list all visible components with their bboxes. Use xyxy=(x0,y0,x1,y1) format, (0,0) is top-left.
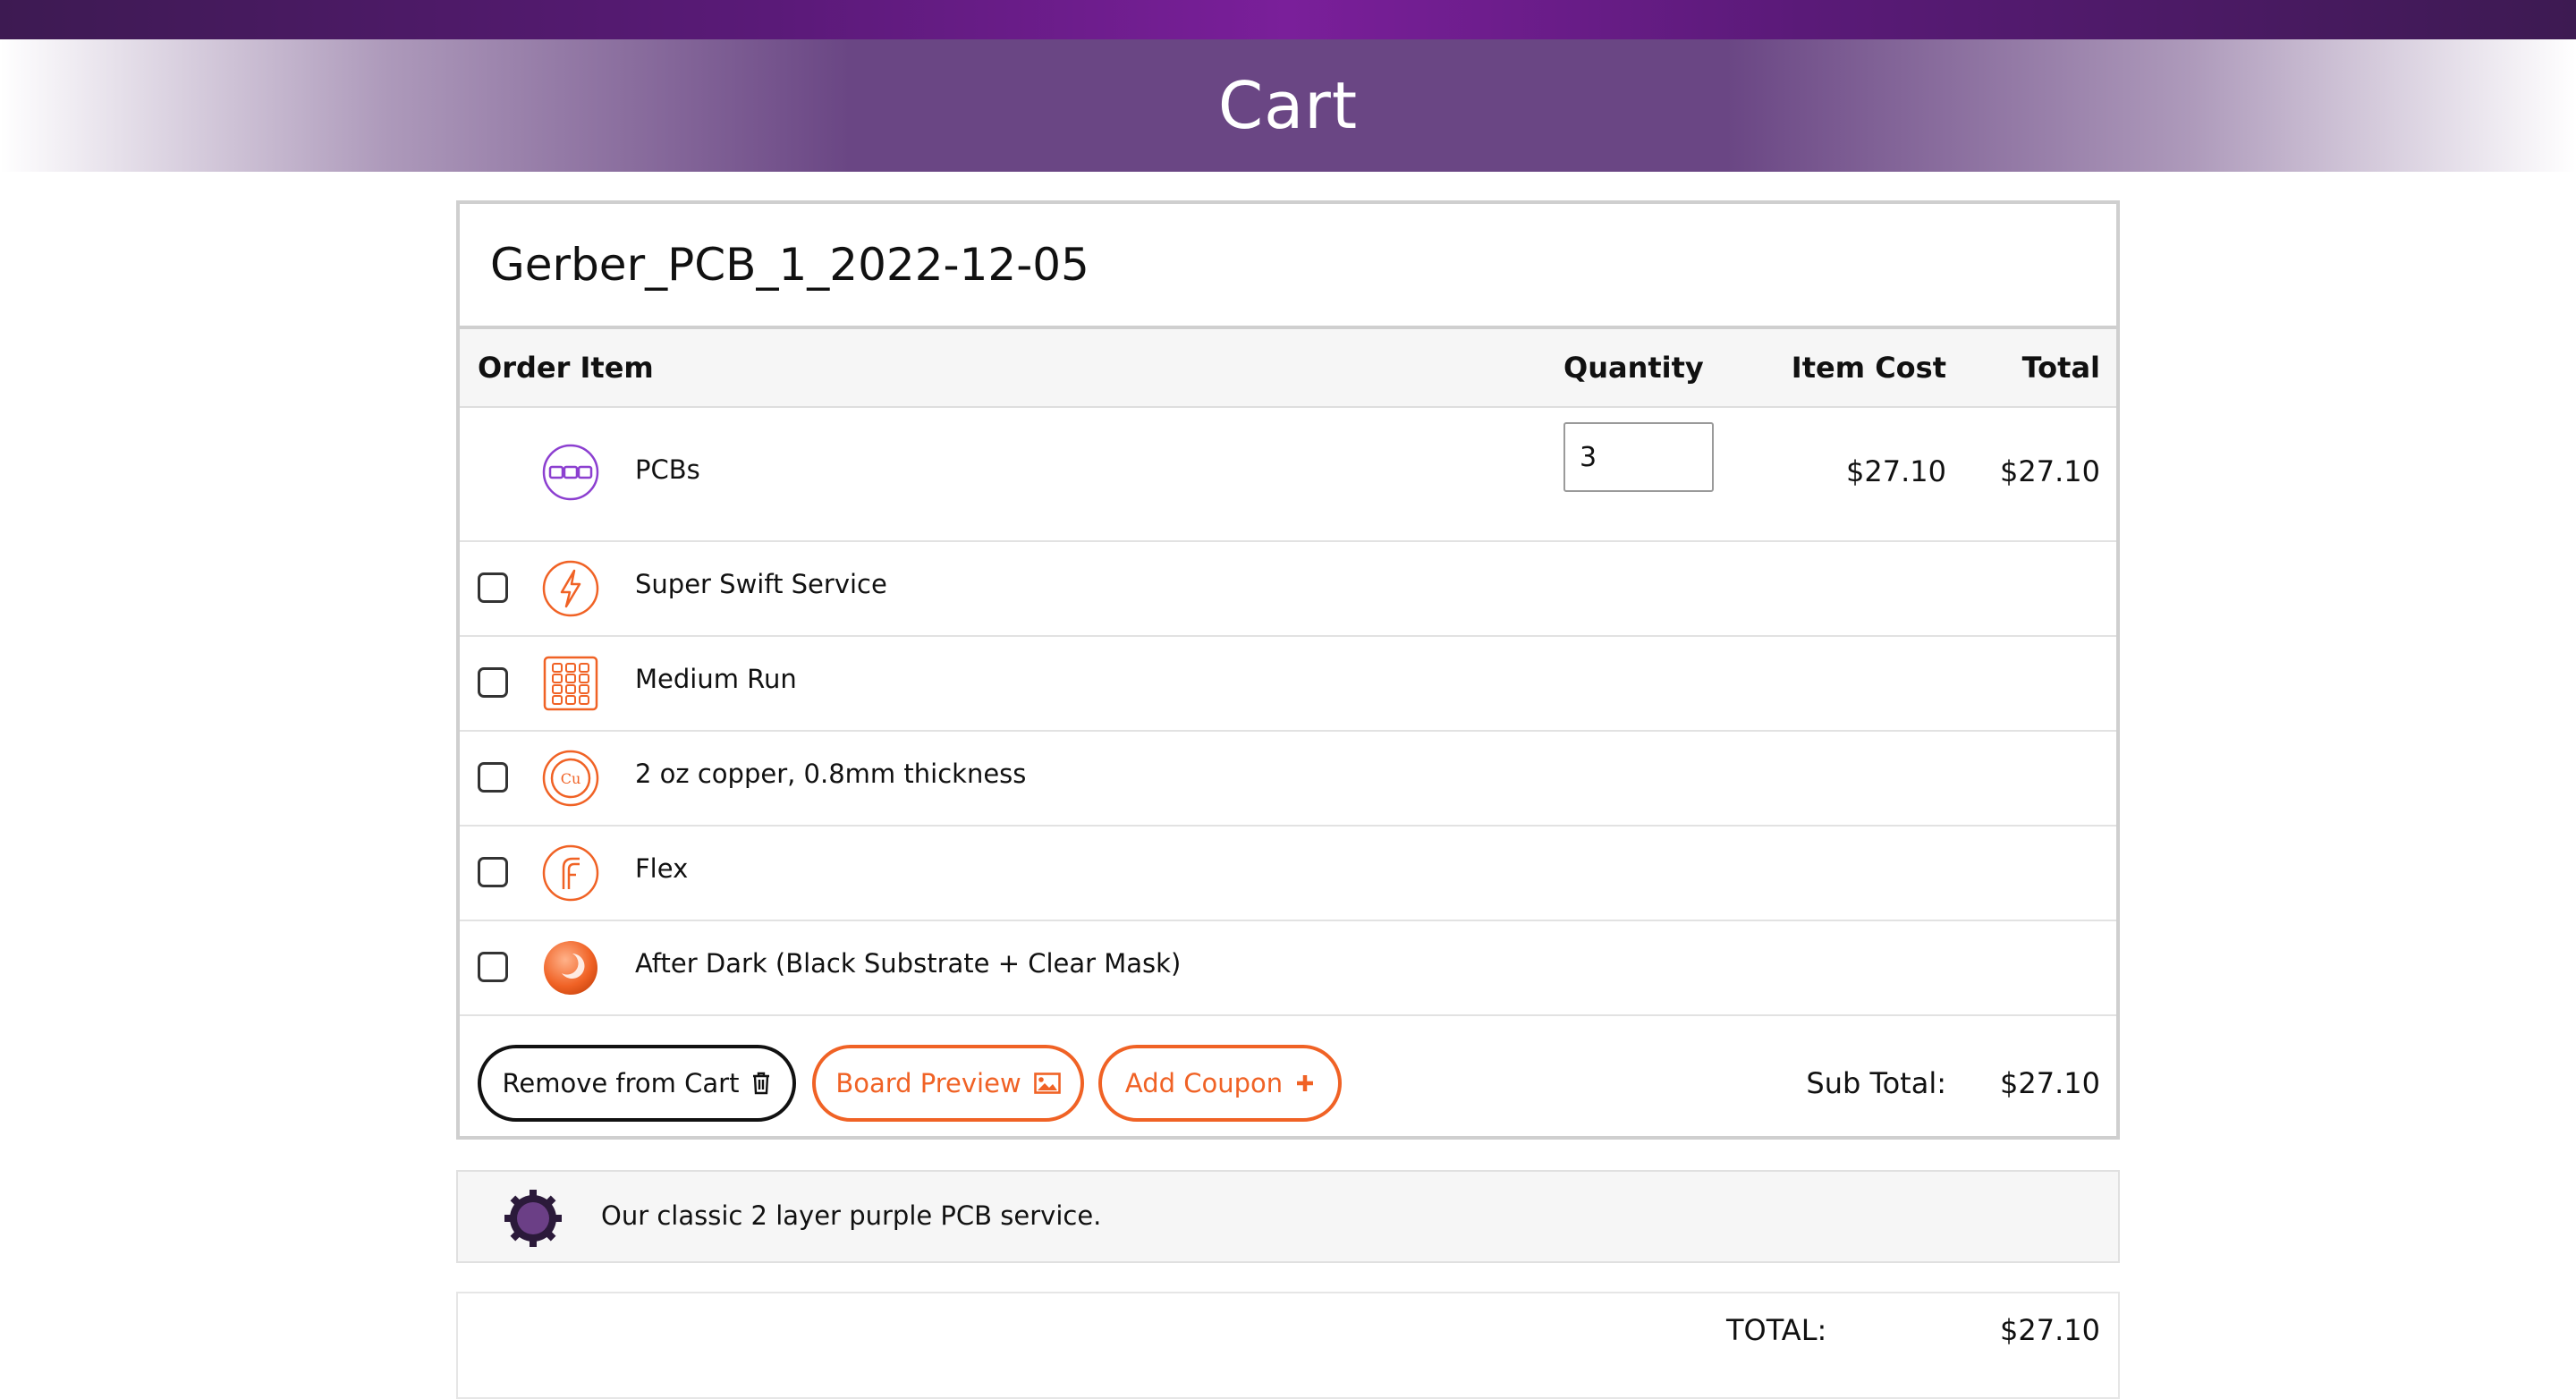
option-checkbox-after-dark[interactable] xyxy=(478,952,508,982)
add-coupon-button[interactable]: Add Coupon xyxy=(1098,1045,1342,1122)
option-label: Medium Run xyxy=(635,664,797,694)
column-header-quantity: Quantity xyxy=(1563,351,1704,385)
grid-panel-icon xyxy=(543,656,598,711)
lightning-icon xyxy=(542,560,599,617)
option-label: Super Swift Service xyxy=(635,569,887,599)
board-preview-button[interactable]: Board Preview xyxy=(812,1045,1084,1122)
top-bar xyxy=(0,0,2576,39)
option-checkbox-flex[interactable] xyxy=(478,857,508,887)
trash-icon xyxy=(753,1072,770,1095)
option-row-after-dark: After Dark (Black Substrate + Clear Mask… xyxy=(460,921,2116,1016)
order-name: Gerber_PCB_1_2022-12-05 xyxy=(460,204,2116,329)
page-title: Cart xyxy=(1217,68,1359,143)
image-icon xyxy=(1033,1073,1061,1094)
plus-icon xyxy=(1297,1075,1314,1091)
option-label: Flex xyxy=(635,853,689,884)
table-header: Order Item Quantity Item Cost Total xyxy=(460,329,2116,408)
flex-icon xyxy=(542,844,599,902)
remove-from-cart-button[interactable]: Remove from Cart xyxy=(478,1045,796,1122)
total-label: TOTAL: xyxy=(1726,1313,1827,1347)
column-header-total: Total xyxy=(2021,351,2100,385)
quantity-input[interactable] xyxy=(1563,422,1714,492)
subtotal-value: $27.10 xyxy=(2000,1066,2100,1100)
option-checkbox-super-swift[interactable] xyxy=(478,572,508,603)
after-dark-icon xyxy=(544,941,597,995)
option-label: After Dark (Black Substrate + Clear Mask… xyxy=(635,948,1182,979)
column-header-item: Order Item xyxy=(478,351,654,385)
column-header-item-cost: Item Cost xyxy=(1791,351,1946,385)
option-row-flex: Flex xyxy=(460,827,2116,921)
svg-text:Cu: Cu xyxy=(561,770,581,787)
item-label: PCBs xyxy=(635,454,700,485)
option-label: 2 oz copper, 0.8mm thickness xyxy=(635,759,1027,789)
add-coupon-label: Add Coupon xyxy=(1124,1068,1284,1098)
gear-icon xyxy=(504,1190,562,1247)
copper-icon: Cu xyxy=(542,750,599,807)
remove-from-cart-label: Remove from Cart xyxy=(502,1068,740,1098)
page-header: Cart xyxy=(0,39,2576,172)
option-row-copper: Cu 2 oz copper, 0.8mm thickness xyxy=(460,732,2116,827)
table-row-pcbs: PCBs $27.10 $27.10 xyxy=(460,408,2116,542)
item-total: $27.10 xyxy=(2000,454,2100,488)
item-cost: $27.10 xyxy=(1846,454,1946,488)
option-checkbox-copper[interactable] xyxy=(478,762,508,793)
cart-actions: Remove from Cart Board Preview Add Coupo… xyxy=(460,1016,2116,1156)
service-description: Our classic 2 layer purple PCB service. xyxy=(601,1200,1102,1231)
option-row-super-swift: Super Swift Service xyxy=(460,542,2116,637)
board-preview-label: Board Preview xyxy=(835,1068,1021,1098)
total-value: $27.10 xyxy=(2000,1313,2100,1347)
pcb-icon xyxy=(542,444,599,501)
subtotal-label: Sub Total: xyxy=(1806,1066,1946,1100)
order-total: TOTAL: $27.10 xyxy=(456,1292,2120,1399)
option-row-medium-run: Medium Run xyxy=(460,637,2116,732)
service-info: Our classic 2 layer purple PCB service. xyxy=(456,1170,2120,1263)
cart-order-panel: Gerber_PCB_1_2022-12-05 Order Item Quant… xyxy=(456,200,2120,1140)
option-checkbox-medium-run[interactable] xyxy=(478,667,508,698)
